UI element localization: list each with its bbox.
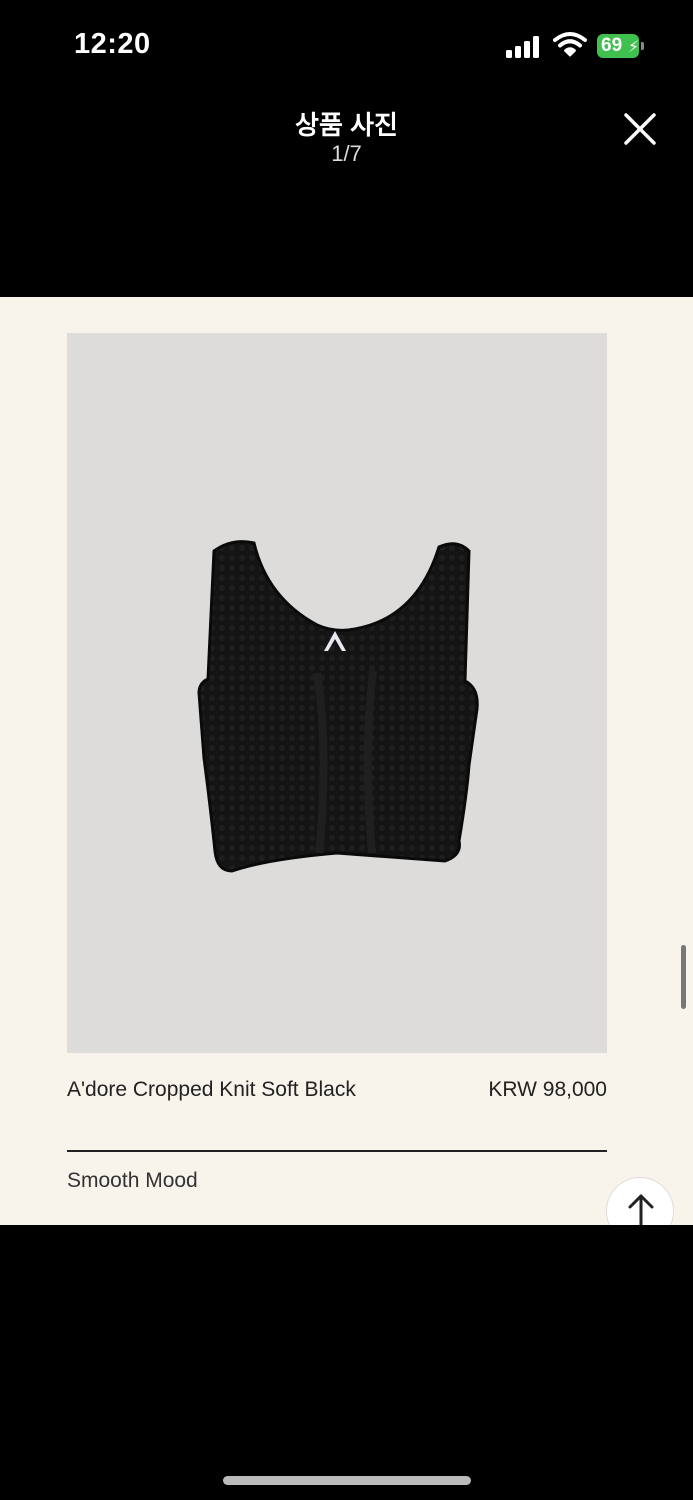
- wifi-icon: [553, 31, 587, 57]
- page-title: 상품 사진: [295, 110, 398, 140]
- knit-tank-top-image: [197, 540, 479, 873]
- status-bar: 12:20 69 ⚡: [0, 0, 693, 90]
- charging-bolt-icon: ⚡: [628, 39, 640, 56]
- product-name[interactable]: A'dore Cropped Knit Soft Black: [67, 1073, 367, 1106]
- home-indicator[interactable]: [223, 1476, 471, 1485]
- product-photo-page[interactable]: A'dore Cropped Knit Soft Black KRW 98,00…: [0, 297, 693, 1225]
- brand-name[interactable]: Smooth Mood: [67, 1169, 198, 1193]
- arrow-up-icon: [628, 1194, 654, 1225]
- scroll-to-top-button[interactable]: [606, 1177, 674, 1225]
- scrollbar[interactable]: [681, 945, 686, 1009]
- product-photo[interactable]: [67, 333, 607, 1053]
- status-time: 12:20: [74, 28, 151, 60]
- divider: [67, 1150, 607, 1152]
- battery-icon: 69 ⚡: [597, 34, 645, 58]
- cellular-signal-icon: [506, 34, 542, 58]
- battery-level: 69: [601, 35, 623, 56]
- product-price: KRW 98,000: [488, 1078, 607, 1101]
- photo-counter: 1/7: [331, 141, 362, 166]
- close-icon: [624, 113, 656, 145]
- close-button[interactable]: [618, 107, 662, 151]
